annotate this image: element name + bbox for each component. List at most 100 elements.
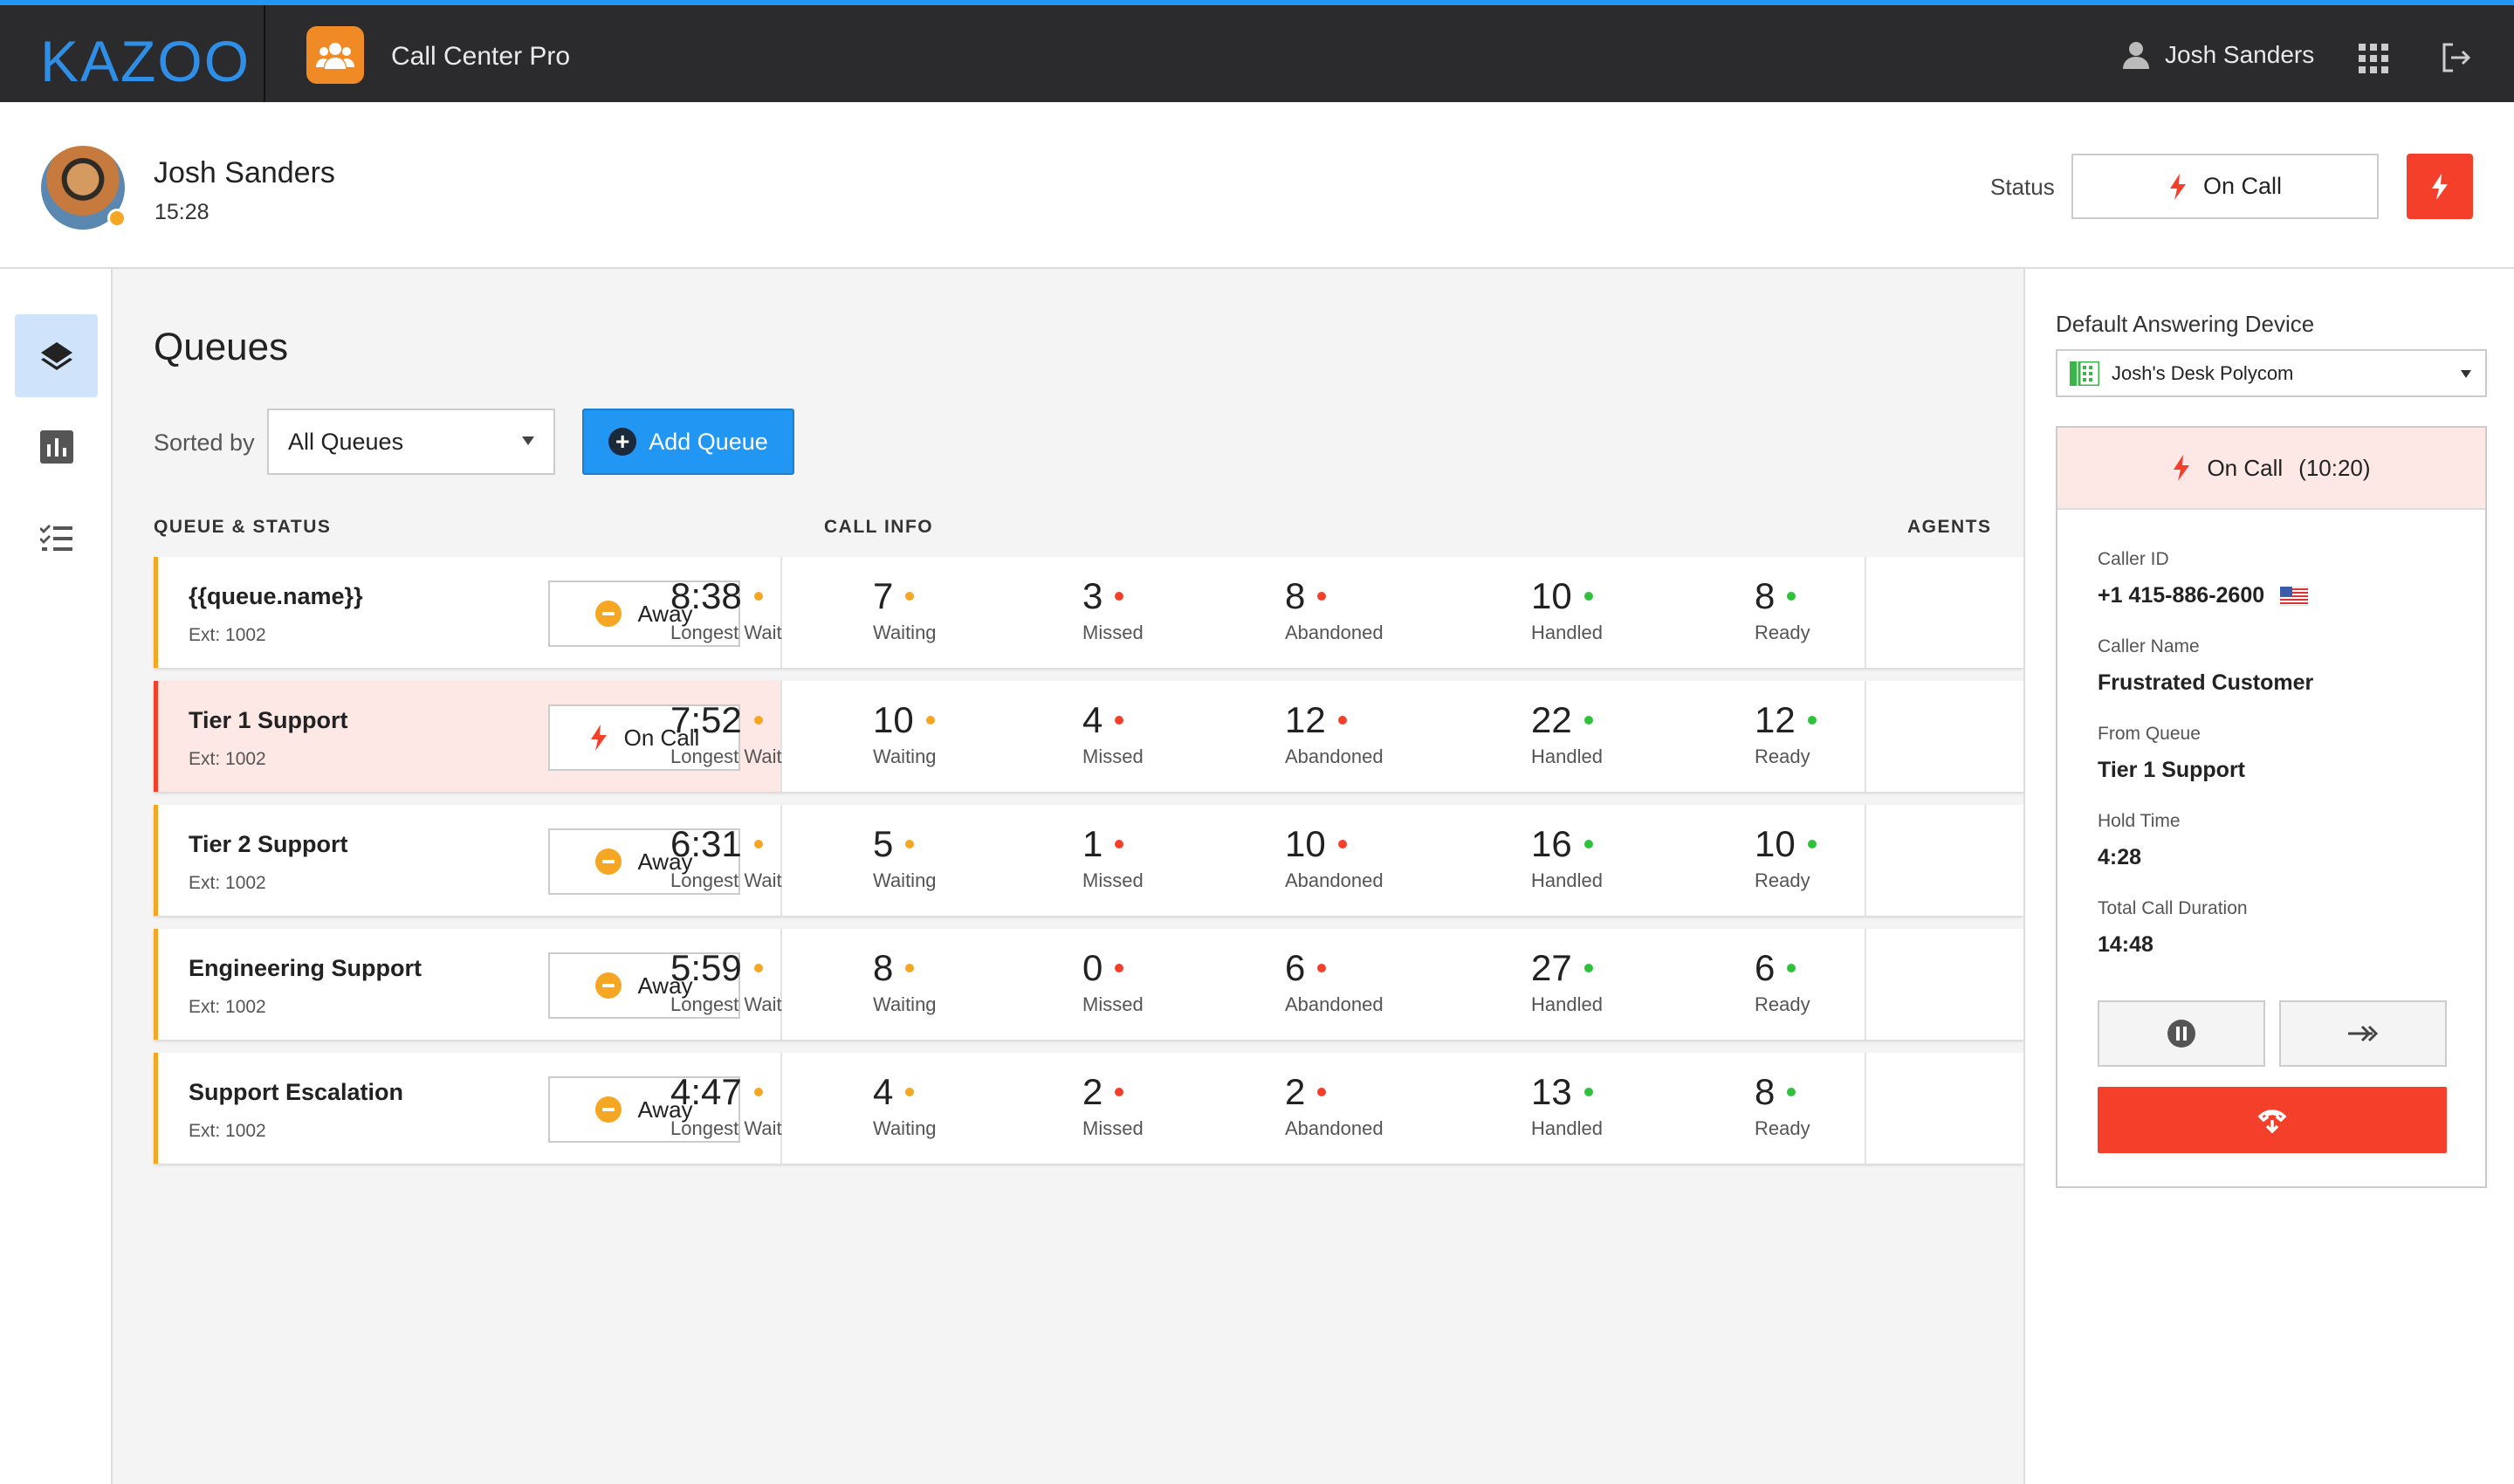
metric-value: 4:47 <box>670 1071 742 1112</box>
hangup-button[interactable] <box>2098 1087 2447 1153</box>
metric-ready: 6 Ready <box>1755 947 1810 1016</box>
nav-reports[interactable] <box>15 405 98 488</box>
metric-abandoned: 12 Abandoned <box>1285 699 1384 768</box>
status-dot <box>753 716 763 725</box>
queue-name: Tier 2 Support <box>189 831 348 857</box>
hold-time: 4:28 <box>2098 845 2142 869</box>
status-dot <box>1583 840 1593 849</box>
device-label: Default Answering Device <box>2056 311 2315 337</box>
queue-status-accent <box>154 557 158 668</box>
metric-value: 16 <box>1531 823 1572 864</box>
metric-abandoned: 10 Abandoned <box>1285 823 1384 892</box>
metric-abandoned: 6 Abandoned <box>1285 947 1384 1016</box>
avatar[interactable] <box>41 146 127 230</box>
queue-row[interactable]: Engineering Support Ext: 1002 Away 5:59 Long… <box>154 929 2023 1040</box>
page-title: Queues <box>154 326 289 368</box>
device-select-value: Josh's Desk Polycom <box>2112 361 2294 384</box>
queue-name: {{queue.name}} <box>189 583 363 609</box>
status-dot <box>1807 716 1817 725</box>
chevron-down-icon <box>522 436 534 445</box>
add-queue-button[interactable]: + Add Queue <box>582 409 794 475</box>
top-bar: KAZOO Call Center Pro Josh Sanders <box>0 0 2514 102</box>
metric-value: 7 <box>873 575 894 616</box>
status-value: On Call <box>2202 173 2283 199</box>
status-dot <box>753 1088 763 1097</box>
call-center-app-icon[interactable] <box>306 26 364 84</box>
add-queue-label: Add Queue <box>649 428 768 455</box>
queue-status-accent <box>154 805 158 916</box>
status-dot <box>1787 964 1796 973</box>
status-dot <box>1317 1088 1327 1097</box>
metric-value: 6 <box>1755 947 1776 988</box>
nav-queues[interactable] <box>15 314 98 397</box>
metric-label: Ready <box>1755 993 1810 1016</box>
status-dot <box>905 964 915 973</box>
device-select[interactable]: Josh's Desk Polycom <box>2056 349 2487 397</box>
status-dot <box>1317 592 1327 601</box>
metric-value: 8 <box>1755 575 1776 616</box>
total-duration: 14:48 <box>2098 932 2153 957</box>
metric-label: Handled <box>1531 993 1603 1016</box>
user-menu[interactable]: Josh Sanders <box>2121 40 2314 70</box>
metric-wait: 7:52 Longest Wait <box>670 699 782 768</box>
transfer-button[interactable] <box>2279 1000 2447 1067</box>
metric-label: Handled <box>1531 1117 1603 1140</box>
lightning-icon <box>2174 455 2190 481</box>
metric-waiting: 4 Waiting <box>873 1071 937 1140</box>
call-status: On Call <box>2207 454 2284 481</box>
metric-label: Ready <box>1755 745 1810 768</box>
metric-missed: 1 Missed <box>1082 823 1144 892</box>
metric-label: Waiting <box>873 1117 937 1140</box>
agents-divider <box>1865 929 1866 1040</box>
metric-label: Abandoned <box>1285 993 1384 1016</box>
metric-value: 0 <box>1082 947 1103 988</box>
queue-row[interactable]: Tier 2 Support Ext: 1002 Away 6:31 Longest W… <box>154 805 2023 916</box>
queue-row[interactable]: Tier 1 Support Ext: 1002 On Call 7:52 Longes… <box>154 681 2023 792</box>
logout-icon[interactable] <box>2441 42 2472 78</box>
profile-name: Josh Sanders <box>154 156 335 189</box>
queue-row[interactable]: {{queue.name}} Ext: 1002 Away 8:38 Longest W… <box>154 557 2023 668</box>
caller-name-label: Caller Name <box>2098 636 2200 656</box>
metric-label: Waiting <box>873 745 937 768</box>
status-selector[interactable]: On Call <box>2071 154 2379 219</box>
call-status-header: On Call (10:20) <box>2057 428 2485 510</box>
metric-label: Waiting <box>873 622 937 644</box>
nav-tasks[interactable] <box>15 496 98 579</box>
queue-status-accent <box>154 929 158 1040</box>
status-dot <box>1115 1088 1124 1097</box>
metric-value: 4 <box>1082 699 1103 740</box>
queue-ext: Ext: 1002 <box>189 997 266 1017</box>
metric-handled: 10 Handled <box>1531 575 1603 644</box>
metric-handled: 27 Handled <box>1531 947 1603 1016</box>
metric-label: Handled <box>1531 869 1603 892</box>
apps-grid-icon[interactable] <box>2359 44 2388 78</box>
metric-label: Handled <box>1531 745 1603 768</box>
metric-label: Longest Wait <box>670 1117 782 1140</box>
status-dot <box>1583 592 1593 601</box>
queue-ext: Ext: 1002 <box>189 1121 266 1141</box>
phone-device-icon <box>2070 361 2099 386</box>
metric-value: 8 <box>1755 1071 1776 1112</box>
user-icon <box>2123 42 2149 69</box>
queue-row[interactable]: Support Escalation Ext: 1002 Away 4:47 Longe… <box>154 1053 2023 1164</box>
queue-ext: Ext: 1002 <box>189 625 266 645</box>
metric-value: 10 <box>1531 575 1572 616</box>
metric-label: Handled <box>1531 622 1603 644</box>
status-dot <box>1317 964 1327 973</box>
status-dot <box>753 840 763 849</box>
metric-label: Longest Wait <box>670 869 782 892</box>
metric-label: Abandoned <box>1285 745 1384 768</box>
from-queue-label: From Queue <box>2098 724 2201 744</box>
metric-label: Longest Wait <box>670 993 782 1016</box>
queue-status-accent <box>154 1053 158 1164</box>
metric-value: 5:59 <box>670 947 742 988</box>
hold-button[interactable] <box>2098 1000 2265 1067</box>
metric-ready: 8 Ready <box>1755 1071 1810 1140</box>
kazoo-logo[interactable]: KAZOO <box>40 28 251 94</box>
metric-ready: 8 Ready <box>1755 575 1810 644</box>
sort-select[interactable]: All Queues <box>267 409 555 475</box>
metric-wait: 8:38 Longest Wait <box>670 575 782 644</box>
queue-status-accent <box>154 681 158 792</box>
metric-value: 8 <box>873 947 894 988</box>
status-action-button[interactable] <box>2407 154 2473 219</box>
